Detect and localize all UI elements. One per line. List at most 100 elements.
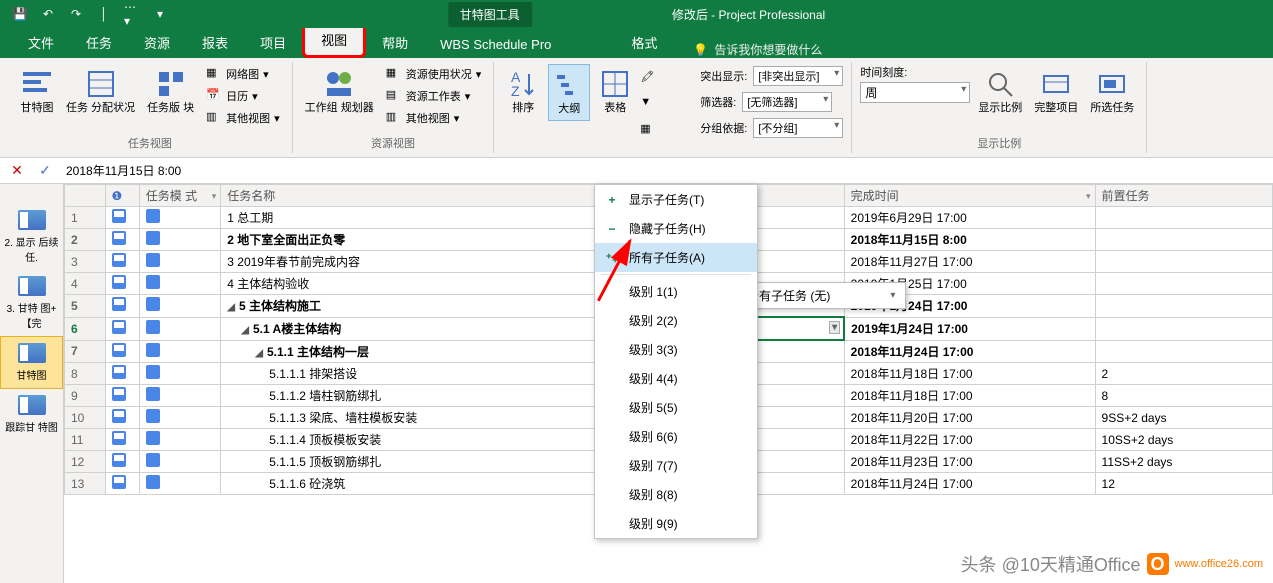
menu-hide-subtasks[interactable]: −隐藏子任务(H) [595,214,757,243]
task-name-cell[interactable]: ◢5 主体结构施工 [221,295,626,318]
row-number[interactable]: 3 [65,251,106,273]
predecessor-cell[interactable]: 2 [1095,363,1272,385]
entire-project-button[interactable]: 完整项目 [1030,64,1082,119]
collapse-triangle-icon[interactable]: ◢ [241,325,249,336]
col-info[interactable]: ❶ [105,185,139,207]
menu-level-6[interactable]: 级别 6(6) [595,422,757,451]
menu-level-5[interactable]: 级别 5(5) [595,393,757,422]
formula-input[interactable]: 2018年11月15日 8:00 [64,160,1265,181]
col-predecessors[interactable]: 前置任务 [1095,185,1272,207]
finish-cell[interactable]: 2018年11月24日 17:00 [844,473,1095,495]
tab-task[interactable]: 任务 [70,27,128,58]
finish-cell[interactable]: 2019年1月24日 17:00 [844,317,1095,340]
task-name-cell[interactable]: 5.1.1.4 顶板模板安装 [221,429,626,451]
task-name-cell[interactable]: 5.1.1.2 墙柱钢筋绑扎 [221,385,626,407]
menu-level-9[interactable]: 级别 9(9) [595,509,757,538]
predecessor-cell[interactable]: 9SS+2 days [1095,407,1272,429]
task-name-cell[interactable]: 5.1.1.1 排架搭设 [221,363,626,385]
finish-cell[interactable]: 2018年11月24日 17:00 [844,340,1095,363]
predecessor-cell[interactable] [1095,273,1272,295]
task-name-cell[interactable]: ◢5.1 A楼主体结构 [221,317,626,340]
zoom-button[interactable]: 显示比例 [974,64,1026,119]
team-planner-button[interactable]: 工作组 规划器 [301,64,378,119]
predecessor-cell[interactable] [1095,295,1272,318]
finish-cell[interactable]: 2018年11月27日 17:00 [844,251,1095,273]
qat-dropdown-icon[interactable]: ▾ [152,6,168,22]
row-number[interactable]: 9 [65,385,106,407]
tables-button[interactable]: 表格 [594,64,636,119]
outline-button[interactable]: 大纲 [548,64,590,121]
finish-cell[interactable]: 2018年11月22日 17:00 [844,429,1095,451]
finish-cell[interactable]: 2018年11月23日 17:00 [844,451,1095,473]
row-number[interactable]: 6 [65,317,106,340]
predecessor-cell[interactable]: 11SS+2 days [1095,451,1272,473]
accept-icon[interactable]: ✓ [36,162,54,180]
row-number[interactable]: 4 [65,273,106,295]
row-number[interactable]: 2 [65,229,106,251]
finish-cell[interactable]: 2019年6月29日 17:00 [844,207,1095,229]
sidenav-item-gantt[interactable]: 甘特图 [0,336,63,389]
save-icon[interactable]: 💾 [12,6,28,22]
selected-tasks-button[interactable]: 所选任务 [1086,64,1138,119]
calendar-button[interactable]: 📅日历▾ [202,86,284,106]
highlight-field[interactable]: 🖍突出显示:[非突出显示] [640,66,843,86]
finish-cell[interactable]: 2018年11月18日 17:00 [844,385,1095,407]
col-mode[interactable]: 任务模 式▾ [139,185,221,207]
tell-me-search[interactable]: 💡 告诉我你想要做什么 [693,41,822,58]
task-name-cell[interactable]: 2 地下室全面出正负零 [221,229,626,251]
task-name-cell[interactable]: 5.1.1.3 梁底、墙柱模板安装 [221,407,626,429]
menu-level-2[interactable]: 级别 2(2) [595,306,757,335]
predecessor-cell[interactable] [1095,317,1272,340]
predecessor-cell[interactable] [1095,340,1272,363]
col-rownum[interactable] [65,185,106,207]
task-name-cell[interactable]: 5.1.1.6 砼浇筑 [221,473,626,495]
sidenav-item-1[interactable]: 2. 显示 后续任. [0,204,63,270]
predecessor-cell[interactable] [1095,251,1272,273]
tab-resource[interactable]: 资源 [128,27,186,58]
tab-help[interactable]: 帮助 [366,27,424,58]
gantt-chart-button[interactable]: 甘特图 [16,64,58,119]
task-name-cell[interactable]: 1 总工期 [221,207,626,229]
tab-file[interactable]: 文件 [12,27,70,58]
col-finish[interactable]: 完成时间▾ [844,185,1095,207]
row-number[interactable]: 1 [65,207,106,229]
other-views2-button[interactable]: ▥其他视图▾ [382,108,486,128]
undo-icon[interactable]: ↶ [40,6,56,22]
other-views-button[interactable]: ▥其他视图▾ [202,108,284,128]
row-number[interactable]: 10 [65,407,106,429]
finish-cell[interactable]: 2018年11月15日 8:00 [844,229,1095,251]
tab-report[interactable]: 报表 [186,27,244,58]
predecessor-cell[interactable]: 10SS+2 days [1095,429,1272,451]
task-name-cell[interactable]: ◢5.1.1 主体结构一层 [221,340,626,363]
filter-field[interactable]: ▼筛选器:[无筛选器] [640,92,843,112]
sort-button[interactable]: AZ 排序 [502,64,544,119]
row-number[interactable]: 13 [65,473,106,495]
menu-level-4[interactable]: 级别 4(4) [595,364,757,393]
row-number[interactable]: 12 [65,451,106,473]
timescale-dropdown[interactable]: 周 [860,82,970,103]
chevron-down-icon[interactable]: ▾ [1086,191,1091,202]
finish-cell[interactable]: 2018年11月18日 17:00 [844,363,1095,385]
task-usage-button[interactable]: 任务 分配状况 [62,64,139,119]
menu-level-3[interactable]: 级别 3(3) [595,335,757,364]
row-number[interactable]: 11 [65,429,106,451]
predecessor-cell[interactable]: 8 [1095,385,1272,407]
tab-format[interactable]: 格式 [615,27,673,58]
predecessor-cell[interactable] [1095,207,1272,229]
col-name[interactable]: 任务名称▾ [221,185,626,207]
predecessor-cell[interactable]: 12 [1095,473,1272,495]
predecessor-cell[interactable] [1095,229,1272,251]
task-name-cell[interactable]: 3 2019年春节前完成内容 [221,251,626,273]
finish-cell[interactable]: 2018年11月20日 17:00 [844,407,1095,429]
row-number[interactable]: 7 [65,340,106,363]
group-field[interactable]: ▦分组依据:[不分组] [640,118,843,138]
row-number[interactable]: 8 [65,363,106,385]
resource-usage-button[interactable]: ▦资源使用状况▾ [382,64,486,84]
collapse-triangle-icon[interactable]: ◢ [255,348,263,359]
resource-sheet-button[interactable]: ▤资源工作表▾ [382,86,486,106]
task-name-cell[interactable]: 5.1.1.5 顶板钢筋绑扎 [221,451,626,473]
tab-wbs[interactable]: WBS Schedule Pro [424,31,567,58]
tab-project[interactable]: 项目 [244,27,302,58]
sidenav-item-2[interactable]: 3. 甘特 图+【完 [0,270,63,336]
row-number[interactable]: 5 [65,295,106,318]
